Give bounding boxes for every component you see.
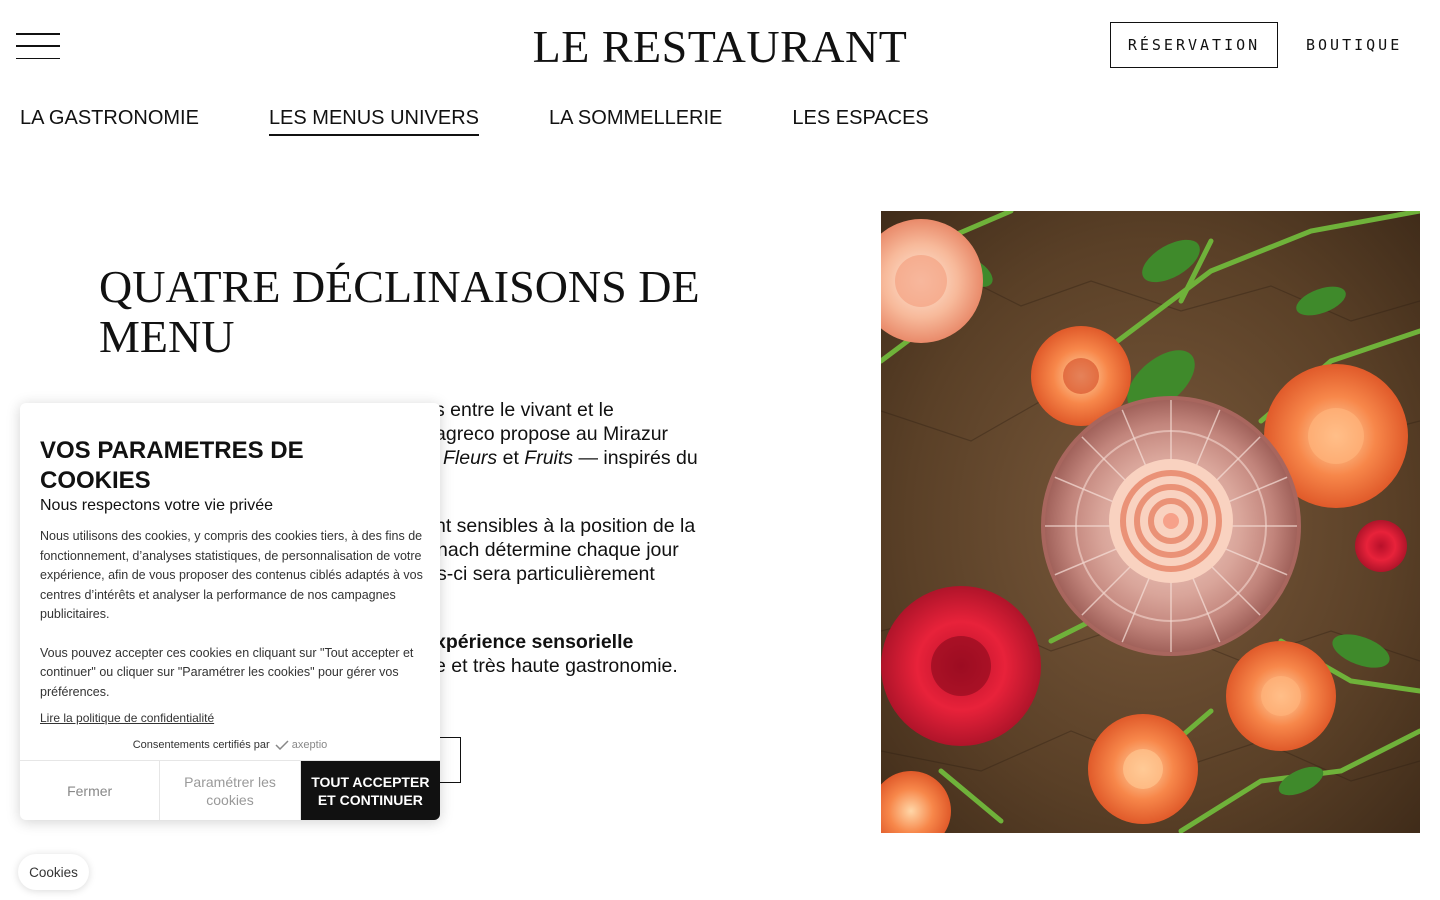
menu-icon-line: [16, 33, 60, 35]
cookie-body-text: Vous pouvez accepter ces cookies en cliq…: [40, 645, 414, 699]
experience-highlight: xpérience sensorielle: [435, 631, 634, 653]
paragraph-text: — inspirés du: [573, 447, 698, 469]
boutique-link[interactable]: BOUTIQUE: [1306, 22, 1402, 68]
cookie-consent-dialog: VOS PARAMETRES DE COOKIES Nous respecton…: [20, 403, 440, 820]
menu-icon[interactable]: [16, 33, 60, 59]
close-button[interactable]: Fermer: [20, 761, 161, 820]
menu-icon-line: [16, 45, 60, 47]
axeptio-check-icon: [275, 740, 289, 751]
hero-image-roses-dish: [881, 211, 1420, 833]
tab-menus-univers[interactable]: LES MENUS UNIVERS: [268, 107, 479, 136]
menu-icon-line: [16, 57, 60, 59]
menu-fruits: Fruits: [524, 447, 574, 469]
tab-espaces[interactable]: LES ESPACES: [792, 107, 928, 136]
cookie-description: Nous utilisons des cookies, y compris de…: [40, 527, 426, 702]
tab-gastronomie[interactable]: LA GASTRONOMIE: [20, 107, 199, 136]
cookie-title: VOS PARAMETRES DE COOKIES: [40, 437, 304, 494]
paragraph-text: et: [497, 447, 525, 469]
privacy-policy-link[interactable]: Lire la politique de confidentialité: [40, 711, 214, 725]
cookie-settings-button[interactable]: Paramétrer les cookies: [160, 761, 301, 820]
page-title: QUATRE DÉCLINAISONS DE MENU: [99, 261, 700, 362]
cookie-actions: Fermer Paramétrer les cookies TOUT ACCEP…: [20, 760, 440, 820]
accept-all-button[interactable]: TOUT ACCEPTER ET CONTINUER: [300, 761, 440, 820]
menu-fleurs: Fleurs: [443, 447, 498, 469]
cookie-body-text: Nous utilisons des cookies, y compris de…: [40, 529, 423, 621]
cookie-subtitle: Nous respectons votre vie privée: [40, 497, 273, 514]
tab-sommellerie[interactable]: LA SOMMELLERIE: [549, 107, 722, 136]
cookie-certification: Consentements certifiés par axeptio: [20, 739, 440, 751]
reservation-button[interactable]: RÉSERVATION: [1110, 22, 1278, 68]
certified-text: Consentements certifiés par: [132, 739, 270, 751]
cookies-widget-button[interactable]: Cookies: [18, 854, 89, 890]
section-nav: LA GASTRONOMIE LES MENUS UNIVERS LA SOMM…: [20, 107, 929, 136]
axeptio-logo: axeptio: [291, 739, 328, 751]
